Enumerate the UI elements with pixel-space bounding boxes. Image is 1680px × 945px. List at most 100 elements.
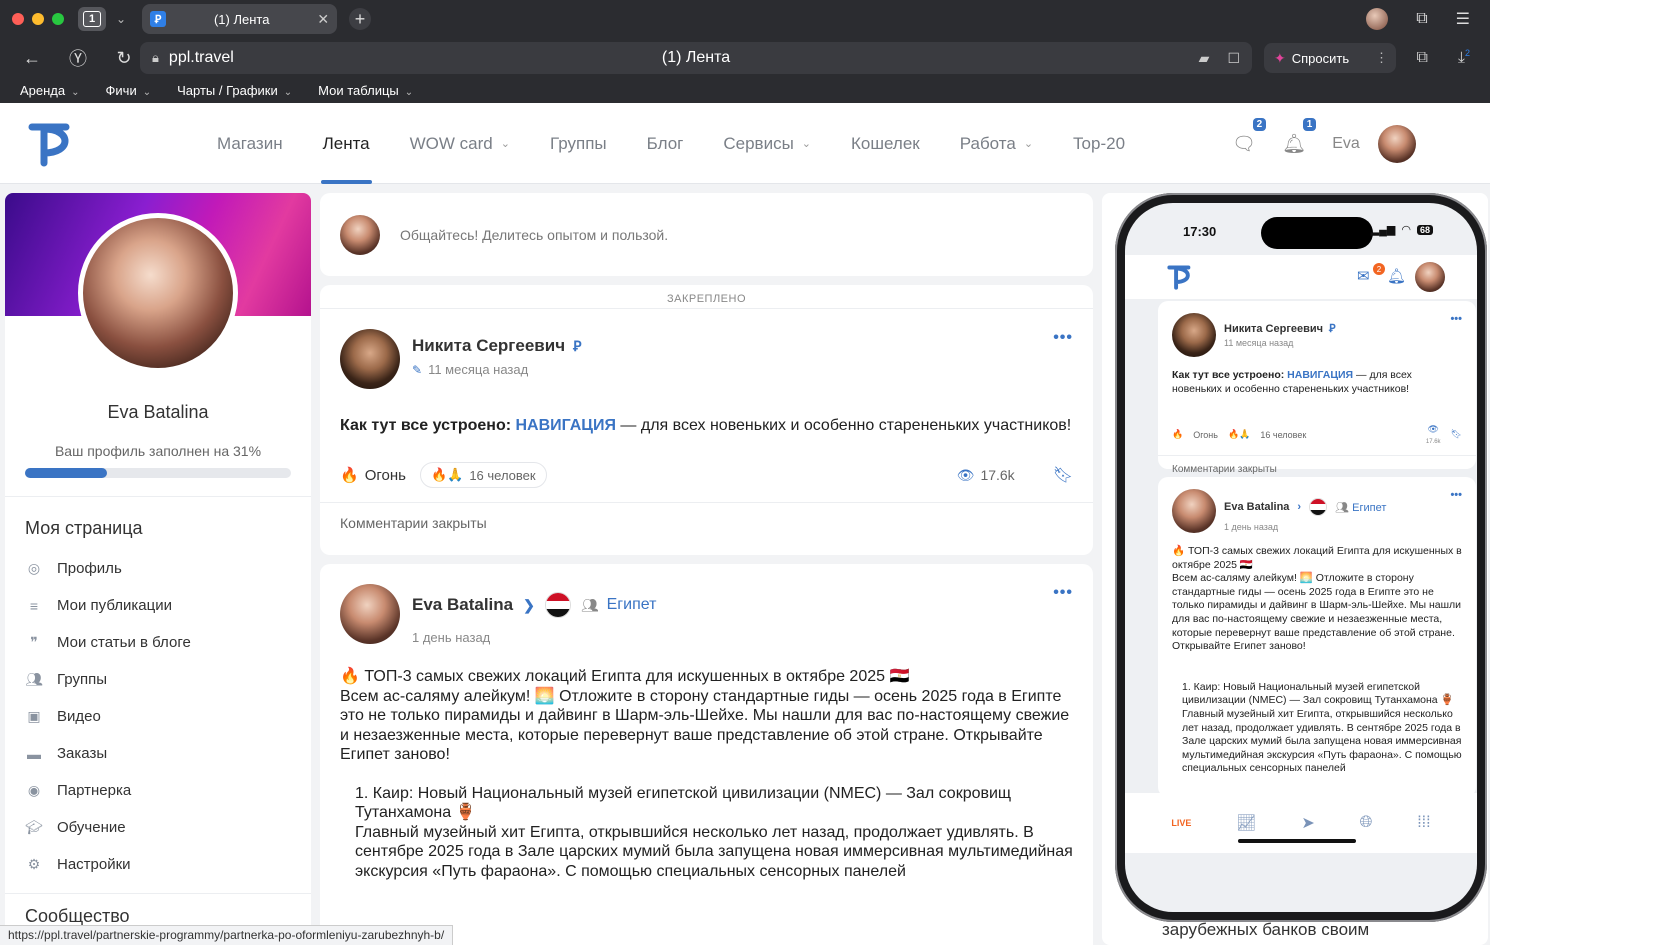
profile-menu-item[interactable]: ▣ Видео <box>25 698 295 735</box>
downloads-icon[interactable]: ⤓2 <box>1458 48 1470 67</box>
group-link[interactable]: 👥︎ Египет <box>581 596 657 614</box>
tab-bar: 1 ⌄ Ꝑ (1) Лента ✕ + ⧉ ☰ <box>0 0 1490 38</box>
phone-bell-icon[interactable]: 🔔︎ <box>1387 267 1406 285</box>
url-field[interactable]: 🔒︎ ppl.travel (1) Лента ▰ ☐ <box>140 42 1252 74</box>
composer-placeholder[interactable]: Общайтесь! Делитесь опытом и пользой. <box>400 227 668 243</box>
nav-item[interactable]: Лента <box>320 103 372 184</box>
globe-icon[interactable]: 🌐︎ <box>1360 814 1373 832</box>
bookmark-icon: 🔖︎ <box>1450 429 1462 439</box>
profile-menu-item[interactable]: ◎ Профиль <box>25 550 295 587</box>
phone-feed-post: Eva Batalina › 👥︎ Египет 1 день назад ••• … <box>1158 477 1476 797</box>
author-name[interactable]: Eva Batalina <box>412 595 513 615</box>
grid-icon[interactable]: ⁞⁞⁞ <box>1417 814 1430 832</box>
user-name[interactable]: Eva <box>1332 135 1360 153</box>
card-icon: ▬ <box>27 745 41 762</box>
fire-reaction-button[interactable]: 🔥 Огонь <box>340 466 406 485</box>
nav-item[interactable]: Группы <box>550 103 607 184</box>
bookmark-folder-arenda[interactable]: Аренда ⌄ <box>20 83 80 98</box>
user-avatar[interactable] <box>1377 124 1416 163</box>
profile-avatar-large[interactable] <box>78 213 238 373</box>
chevron-down-icon[interactable]: ⌄ <box>116 12 126 26</box>
translate-icon[interactable]: ⧉ <box>1416 49 1427 67</box>
home-indicator <box>1238 839 1356 843</box>
profile-avatar[interactable] <box>1366 8 1389 30</box>
bookmark-folder-charts[interactable]: Чарты / Графики ⌄ <box>177 83 292 98</box>
bell-icon[interactable]: 🔔︎ 1 <box>1282 117 1317 156</box>
profile-progress-fill <box>25 468 108 478</box>
more-icon[interactable]: ⋮ <box>1375 50 1388 66</box>
post-menu-icon[interactable]: ••• <box>1053 329 1073 347</box>
yandex-icon[interactable]: Ⓨ <box>64 45 92 71</box>
author-avatar[interactable] <box>340 329 400 389</box>
chart-icon[interactable]: 📈︎ <box>1236 813 1256 833</box>
nav-item[interactable]: Сервисы ⌄ <box>723 103 811 184</box>
maximize-window-button[interactable] <box>52 13 64 25</box>
browser-tab[interactable]: Ꝑ (1) Лента ✕ <box>142 4 338 34</box>
chevron-down-icon: ⌄ <box>142 87 152 98</box>
messages-icon[interactable]: 🗨︎ 2 <box>1232 117 1267 156</box>
tab-bar-actions: ⧉ ☰ <box>1366 0 1490 38</box>
reactors-chip[interactable]: 🔥🙏 16 человек <box>419 462 547 488</box>
author-name[interactable]: Никита Сергеевич <box>412 336 565 356</box>
bookmark-icon[interactable]: ☐ <box>1227 50 1240 67</box>
phone-logo[interactable] <box>1167 263 1193 291</box>
profile-menu-item[interactable]: 🎓︎ Обучение <box>25 809 295 846</box>
users-icon: 👥︎ <box>25 671 43 687</box>
bookmark-post-icon[interactable]: 🔖︎ <box>1053 465 1073 485</box>
send-icon[interactable]: ➤ <box>1301 813 1314 833</box>
author-avatar[interactable] <box>340 584 400 644</box>
bookmarks-icon[interactable]: ⧉ <box>1416 10 1427 28</box>
phone-user-avatar[interactable] <box>1415 262 1445 292</box>
wifi-icon: ◠ <box>1401 224 1411 236</box>
profile-menu-item[interactable]: ≡ Мои публикации <box>25 587 295 624</box>
nav-item[interactable]: Магазин <box>217 103 283 184</box>
post-menu-icon[interactable]: ••• <box>1450 313 1462 325</box>
post-menu-icon[interactable]: ••• <box>1450 489 1462 501</box>
profile-menu-item[interactable]: 👥︎ Группы <box>25 661 295 698</box>
edit-icon: ✎ <box>412 362 423 377</box>
notifications-badge: 1 <box>1302 117 1317 131</box>
bookmark-folder-tables[interactable]: Мои таблицы ⌄ <box>318 83 413 98</box>
close-window-button[interactable] <box>12 13 24 25</box>
bookmark-folder-fichi[interactable]: Фичи ⌄ <box>106 83 152 98</box>
ask-label: Спросить <box>1291 50 1350 66</box>
phone-bottom-nav: LIVE 📈︎ ➤ 🌐︎ ⁞⁞⁞ <box>1125 793 1477 853</box>
my-page-title: Моя страница <box>25 518 143 538</box>
ask-button[interactable]: ✦ Спросить ⋮ <box>1264 43 1396 73</box>
list-icon: ≡ <box>29 597 39 614</box>
nav-item[interactable]: Блог <box>647 103 684 184</box>
post-composer[interactable]: Общайтесь! Делитесь опытом и пользой. <box>320 193 1093 276</box>
back-icon[interactable]: ← <box>18 48 46 69</box>
chevron-right-icon: ❯ <box>523 596 535 613</box>
post-menu-icon[interactable]: ••• <box>1053 584 1073 602</box>
graduation-icon: 🎓︎ <box>25 819 43 835</box>
reload-icon[interactable]: ↻ <box>110 48 138 69</box>
profile-menu-item[interactable]: ▬ Заказы <box>25 735 295 772</box>
profile-menu-label: Настройки <box>57 856 131 873</box>
settings-icon: ⚙ <box>27 856 41 872</box>
profile-menu-item[interactable]: ❞ Мои статьи в блоге <box>25 624 295 661</box>
tab-overview-button[interactable]: 1 <box>78 7 106 31</box>
live-tab[interactable]: LIVE <box>1171 818 1191 828</box>
phone-mail-icon[interactable]: ✉ <box>1357 267 1370 285</box>
author-avatar <box>1172 489 1216 533</box>
new-tab-button[interactable]: + <box>349 8 372 30</box>
views-counter: 👁︎ 17.6k <box>956 466 1015 484</box>
nav-item[interactable]: Работа ⌄ <box>960 103 1033 184</box>
nav-item[interactable]: Top-20 <box>1073 103 1125 184</box>
nav-item[interactable]: Кошелек <box>851 103 920 184</box>
profile-name[interactable]: Eva Batalina <box>5 402 311 423</box>
post-time[interactable]: 11 месяца назад <box>428 362 528 377</box>
close-tab-icon[interactable]: ✕ <box>317 11 329 28</box>
minimize-window-button[interactable] <box>32 13 44 25</box>
profile-menu-item[interactable]: ◉ Партнерка <box>25 772 295 809</box>
video-icon: ▣ <box>27 708 41 724</box>
post-time[interactable]: 1 день назад <box>412 630 490 645</box>
chat-icon[interactable]: ▰ <box>1199 50 1210 67</box>
profile-menu-item[interactable]: ⚙ Настройки <box>25 846 295 883</box>
navigation-link[interactable]: НАВИГАЦИЯ <box>516 417 616 434</box>
site-logo[interactable] <box>28 119 74 169</box>
menu-icon[interactable]: ☰ <box>1456 9 1470 29</box>
site-header: Магазин Лента WOW card ⌄ Группы Блог Сервисы ⌄ К… <box>0 103 1490 184</box>
nav-item[interactable]: WOW card ⌄ <box>410 103 510 184</box>
